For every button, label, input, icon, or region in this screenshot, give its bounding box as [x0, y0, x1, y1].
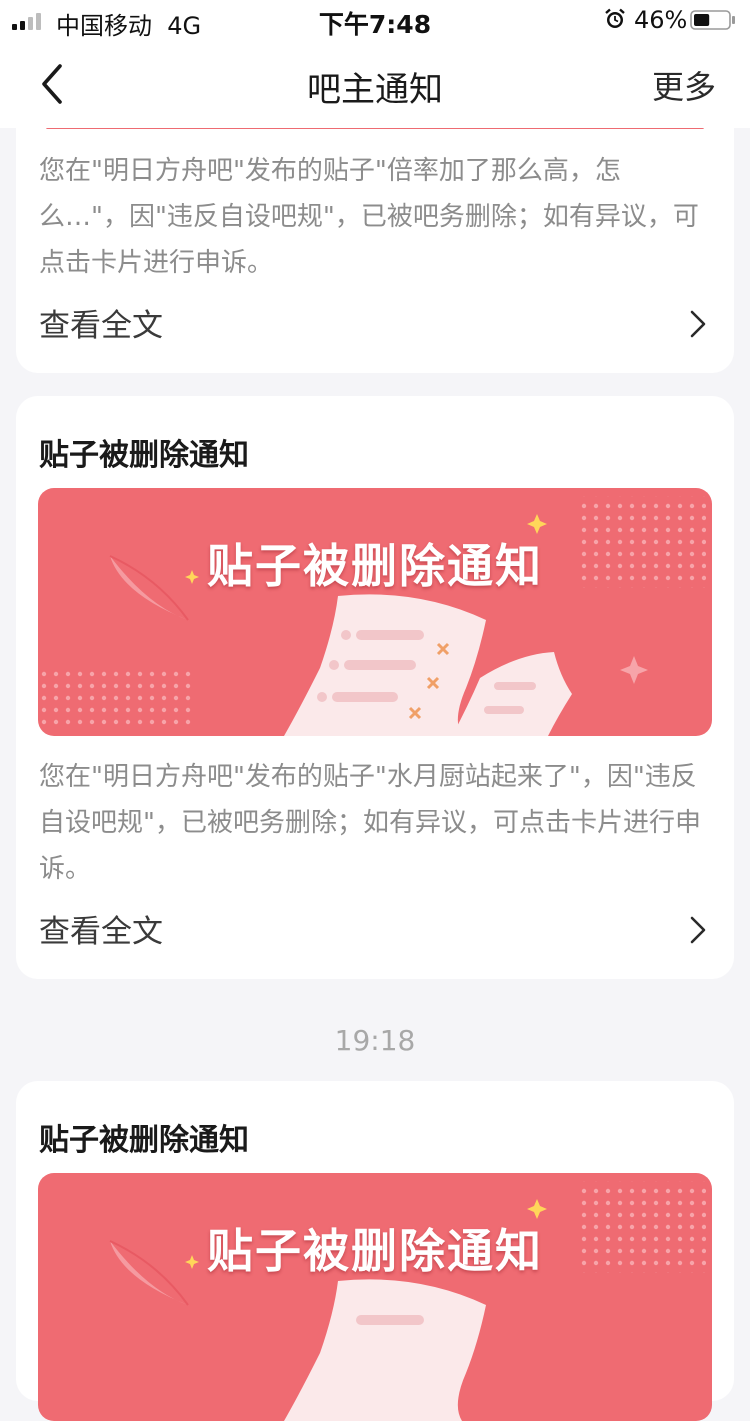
more-button[interactable]: 更多	[652, 62, 716, 108]
banner-illustration	[38, 496, 706, 736]
view-full-text-link[interactable]: 查看全文	[39, 906, 163, 951]
status-bar: 中国移动 4G 下午7:48 46%	[0, 0, 750, 40]
battery-icon	[690, 10, 735, 30]
page-title: 吧主通知	[307, 70, 443, 110]
chevron-right-icon[interactable]	[686, 308, 710, 340]
notification-banner: 贴子被删除通知	[38, 488, 712, 736]
notification-description: 您在"明日方舟吧"发布的贴子"水月厨站起来了"，因"违反自设吧规"，已被吧务删除…	[39, 762, 701, 884]
time-separator: 19:18	[334, 1024, 416, 1057]
notification-description: 您在"明日方舟吧"发布的贴子"倍率加了那么高，怎么…"，因"违反自设吧规"，已被…	[39, 156, 699, 278]
banner-text: 贴子被删除通知	[207, 1224, 543, 1278]
notification-banner: 贴子被删除通知	[38, 1173, 712, 1421]
banner-text: 贴子被删除通知	[207, 539, 543, 593]
card-title: 贴子被删除通知	[39, 438, 249, 473]
nav-bar: 吧主通知 更多	[0, 40, 750, 128]
notification-card[interactable]: 贴子被删除通知 贴子被删除通知	[16, 1081, 734, 1421]
banner-illustration	[109, 1181, 706, 1421]
card-title: 贴子被删除通知	[39, 1123, 249, 1158]
notification-card[interactable]: 贴子被删除通知 贴子被删除通知 您在"明日方舟吧"发布的贴子"水月厨站起来了"，…	[16, 396, 734, 979]
view-full-text-link[interactable]: 查看全文	[39, 300, 163, 345]
chevron-right-icon[interactable]	[686, 914, 710, 946]
alarm-icon	[605, 8, 625, 28]
battery-percent: 46%	[634, 6, 688, 34]
